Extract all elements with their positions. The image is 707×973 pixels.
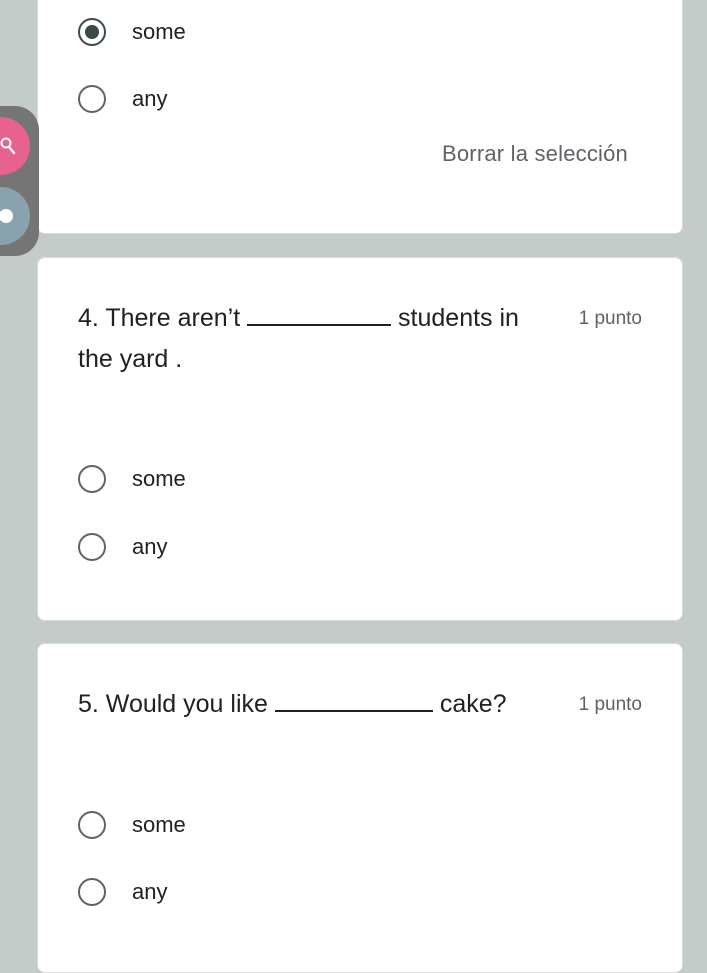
option-label: some <box>132 19 186 44</box>
option-some[interactable]: some <box>78 15 186 49</box>
question-4-card: 4. There aren’t students in the yard . 1… <box>37 257 683 621</box>
points-label: 1 punto <box>578 308 642 329</box>
question-5-card: 5. Would you like cake? 1 punto some any <box>37 643 683 973</box>
points-label: 1 punto <box>578 694 642 715</box>
option-label: any <box>132 534 168 559</box>
option-any[interactable]: any <box>78 530 167 564</box>
option-any[interactable]: any <box>78 875 167 909</box>
option-label: any <box>132 86 168 111</box>
question-text: 5. Would you like cake? <box>78 688 507 718</box>
radio-button[interactable] <box>78 533 106 561</box>
question-text: 4. There aren’t students in the yard . <box>78 302 519 373</box>
option-some[interactable]: some <box>78 808 186 842</box>
radio-button[interactable] <box>78 811 106 839</box>
radio-button[interactable] <box>78 465 106 493</box>
option-some[interactable]: some <box>78 462 186 496</box>
answer-blank <box>274 688 433 712</box>
answer-blank <box>247 302 392 326</box>
radio-button-checked[interactable] <box>78 18 106 46</box>
radio-button[interactable] <box>78 878 106 906</box>
option-label: some <box>132 812 186 837</box>
question-3-card: some any Borrar la selección <box>37 0 683 234</box>
option-label: some <box>132 466 186 491</box>
radio-button[interactable] <box>78 85 106 113</box>
option-any[interactable]: any <box>78 82 167 116</box>
clear-selection-button[interactable]: Borrar la selección <box>442 141 628 167</box>
option-label: any <box>132 879 168 904</box>
